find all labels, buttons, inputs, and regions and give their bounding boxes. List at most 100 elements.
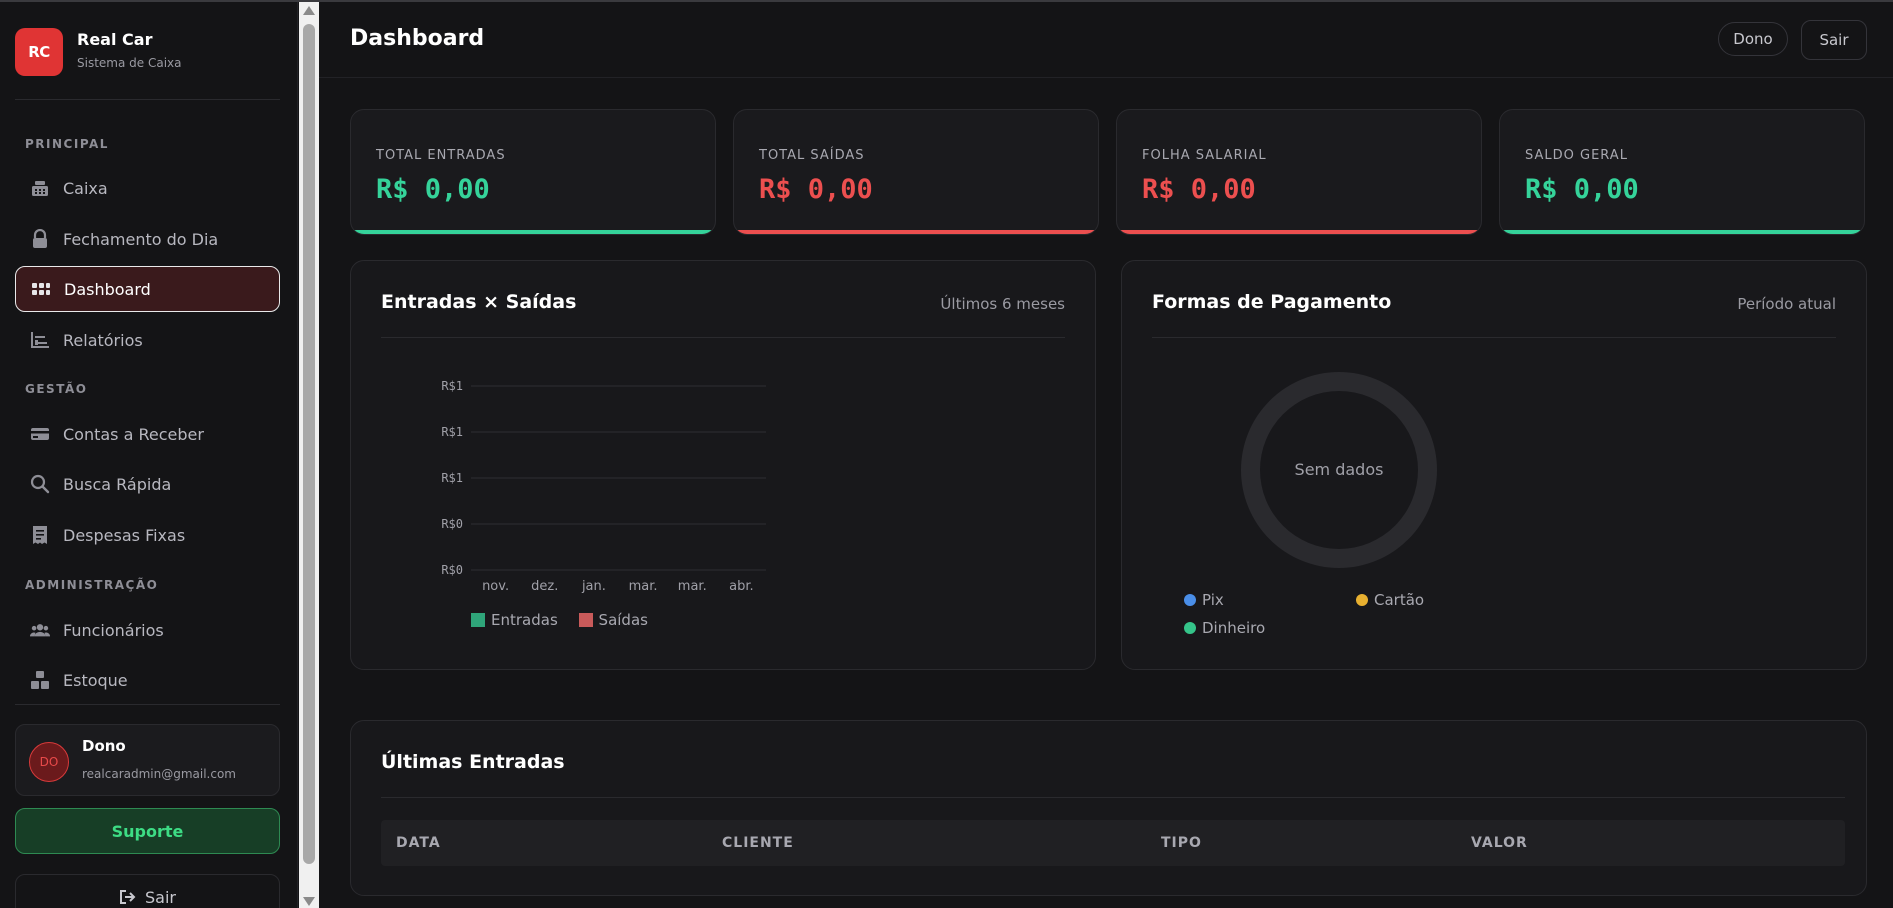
donut-chart: Sem dados bbox=[1241, 372, 1437, 568]
section-label-gestao: GESTÃO bbox=[25, 382, 88, 396]
sidebar-item-estoque[interactable]: Estoque bbox=[15, 657, 280, 703]
header-logout-button[interactable]: Sair bbox=[1801, 20, 1867, 60]
section-label-principal: PRINCIPAL bbox=[25, 137, 109, 151]
y-tick-label: R$1 bbox=[441, 379, 463, 393]
x-tick-label: mar. bbox=[678, 579, 707, 594]
chart-icon bbox=[30, 330, 50, 350]
legend-label: Pix bbox=[1202, 591, 1224, 609]
brand-logo: RC bbox=[15, 28, 63, 76]
x-tick-label: dez. bbox=[531, 579, 558, 594]
sidebar-item-funcionarios[interactable]: Funcionários bbox=[15, 607, 280, 653]
stat-accent-bar bbox=[1117, 230, 1481, 234]
sidebar-item-label: Funcionários bbox=[63, 620, 164, 640]
stat-value: R$ 0,00 bbox=[1142, 174, 1256, 205]
column-header-valor[interactable]: VALOR bbox=[1471, 835, 1528, 851]
legend-label: Entradas bbox=[491, 611, 558, 629]
sidebar-item-dashboard[interactable]: Dashboard bbox=[15, 266, 280, 312]
users-icon bbox=[30, 620, 50, 640]
sidebar-item-label: Estoque bbox=[63, 670, 128, 690]
stat-label: TOTAL ENTRADAS bbox=[376, 148, 506, 163]
main-content: Dashboard Dono Sair TOTAL ENTRADAS R$ 0,… bbox=[319, 2, 1893, 908]
sidebar-item-fechamento[interactable]: Fechamento do Dia bbox=[15, 216, 280, 262]
sidebar-logout-label: Sair bbox=[145, 887, 176, 907]
legend-swatch bbox=[471, 613, 485, 627]
scroll-down-arrow-icon[interactable] bbox=[303, 897, 315, 906]
x-tick-label: mar. bbox=[629, 579, 658, 594]
pie-legend-item-dinheiro[interactable]: Dinheiro bbox=[1184, 619, 1265, 637]
sidebar-item-caixa[interactable]: Caixa bbox=[15, 165, 280, 211]
y-tick-label: R$1 bbox=[441, 471, 463, 485]
sidebar-logout-button[interactable]: Sair bbox=[15, 874, 280, 908]
sidebar-item-label: Caixa bbox=[63, 178, 108, 198]
legend-item-entradas[interactable]: Entradas bbox=[471, 611, 558, 629]
stat-value: R$ 0,00 bbox=[376, 174, 490, 205]
brand: RC Real Car Sistema de Caixa bbox=[15, 28, 280, 100]
stat-label: SALDO GERAL bbox=[1525, 148, 1628, 163]
search-icon bbox=[30, 474, 50, 494]
scrollbar-thumb[interactable] bbox=[303, 24, 315, 864]
legend-dot bbox=[1184, 594, 1196, 606]
x-tick-label: abr. bbox=[729, 579, 754, 594]
avatar: DO bbox=[29, 742, 69, 782]
legend-label: Saídas bbox=[598, 611, 648, 629]
user-card[interactable]: DO Dono realcaradmin@gmail.com bbox=[15, 724, 280, 796]
sidebar-item-label: Relatórios bbox=[63, 330, 143, 350]
app-root: RC Real Car Sistema de Caixa PRINCIPAL C… bbox=[0, 0, 1893, 908]
y-tick-label: R$0 bbox=[441, 517, 463, 531]
sidebar-item-label: Dashboard bbox=[64, 279, 151, 299]
legend-dot bbox=[1356, 594, 1368, 606]
x-tick-label: jan. bbox=[581, 579, 606, 594]
sidebar-item-contas-a-receber[interactable]: Contas a Receber bbox=[15, 411, 280, 457]
sidebar-item-label: Despesas Fixas bbox=[63, 525, 186, 545]
column-header-cliente[interactable]: CLIENTE bbox=[722, 835, 794, 851]
sidebar: RC Real Car Sistema de Caixa PRINCIPAL C… bbox=[0, 2, 298, 908]
ultimas-entradas-panel: Últimas Entradas DATA CLIENTE TIPO VALOR bbox=[350, 720, 1867, 896]
stat-card-total-entradas: TOTAL ENTRADAS R$ 0,00 bbox=[350, 109, 716, 235]
cash-register-icon bbox=[30, 178, 50, 198]
column-header-data[interactable]: DATA bbox=[396, 835, 441, 851]
stat-value: R$ 0,00 bbox=[1525, 174, 1639, 205]
stat-value: R$ 0,00 bbox=[759, 174, 873, 205]
boxes-icon bbox=[30, 670, 50, 690]
credit-card-icon bbox=[30, 424, 50, 444]
sidebar-divider bbox=[15, 704, 280, 705]
sidebar-item-label: Busca Rápida bbox=[63, 474, 172, 494]
panel-divider bbox=[381, 797, 1845, 798]
sidebar-item-despesas-fixas[interactable]: Despesas Fixas bbox=[15, 512, 280, 558]
legend-label: Dinheiro bbox=[1202, 619, 1266, 637]
pie-legend-item-cartao[interactable]: Cartão bbox=[1356, 591, 1424, 609]
entradas-saidas-panel: Entradas × Saídas Últimos 6 meses R$1 R$1… bbox=[350, 260, 1096, 670]
donut-empty-label: Sem dados bbox=[1295, 460, 1384, 479]
stat-accent-bar bbox=[351, 230, 715, 234]
stat-label: FOLHA SALARIAL bbox=[1142, 148, 1267, 163]
role-badge: Dono bbox=[1718, 22, 1788, 56]
stat-card-folha-salarial: FOLHA SALARIAL R$ 0,00 bbox=[1116, 109, 1482, 235]
receipt-icon bbox=[30, 525, 50, 545]
sidebar-item-label: Fechamento do Dia bbox=[63, 229, 219, 249]
brand-subtitle: Sistema de Caixa bbox=[77, 56, 182, 70]
panel-title: Últimas Entradas bbox=[381, 751, 565, 773]
chart-legend: Entradas Saídas bbox=[471, 611, 648, 629]
pie-legend-item-pix[interactable]: Pix bbox=[1184, 591, 1224, 609]
stat-label: TOTAL SAÍDAS bbox=[759, 148, 865, 163]
x-tick-label: nov. bbox=[482, 579, 509, 594]
legend-label: Cartão bbox=[1374, 591, 1425, 609]
stat-card-total-saidas: TOTAL SAÍDAS R$ 0,00 bbox=[733, 109, 1099, 235]
lock-icon bbox=[30, 229, 50, 249]
legend-swatch bbox=[578, 613, 593, 627]
sidebar-item-relatorios[interactable]: Relatórios bbox=[15, 317, 280, 363]
scroll-up-arrow-icon[interactable] bbox=[303, 6, 315, 15]
user-email: realcaradmin@gmail.com bbox=[82, 767, 236, 781]
bar-chart: R$1 R$1 R$1 R$0 R$0 nov. dez. jan. mar. mar. abr. bbox=[441, 379, 766, 594]
sidebar-scrollbar[interactable] bbox=[299, 2, 319, 908]
y-tick-label: R$1 bbox=[441, 425, 463, 439]
stat-accent-bar bbox=[734, 230, 1098, 234]
legend-item-saidas[interactable]: Saídas bbox=[578, 611, 648, 629]
table-header-row: DATA CLIENTE TIPO VALOR bbox=[381, 820, 1845, 866]
support-button[interactable]: Suporte bbox=[15, 808, 280, 854]
formas-pagamento-panel: Formas de Pagamento Período atual Sem da… bbox=[1121, 260, 1867, 670]
sidebar-item-label: Contas a Receber bbox=[63, 424, 204, 444]
brand-name: Real Car bbox=[77, 30, 153, 49]
column-header-tipo[interactable]: TIPO bbox=[1161, 835, 1202, 851]
sidebar-item-busca-rapida[interactable]: Busca Rápida bbox=[15, 461, 280, 507]
